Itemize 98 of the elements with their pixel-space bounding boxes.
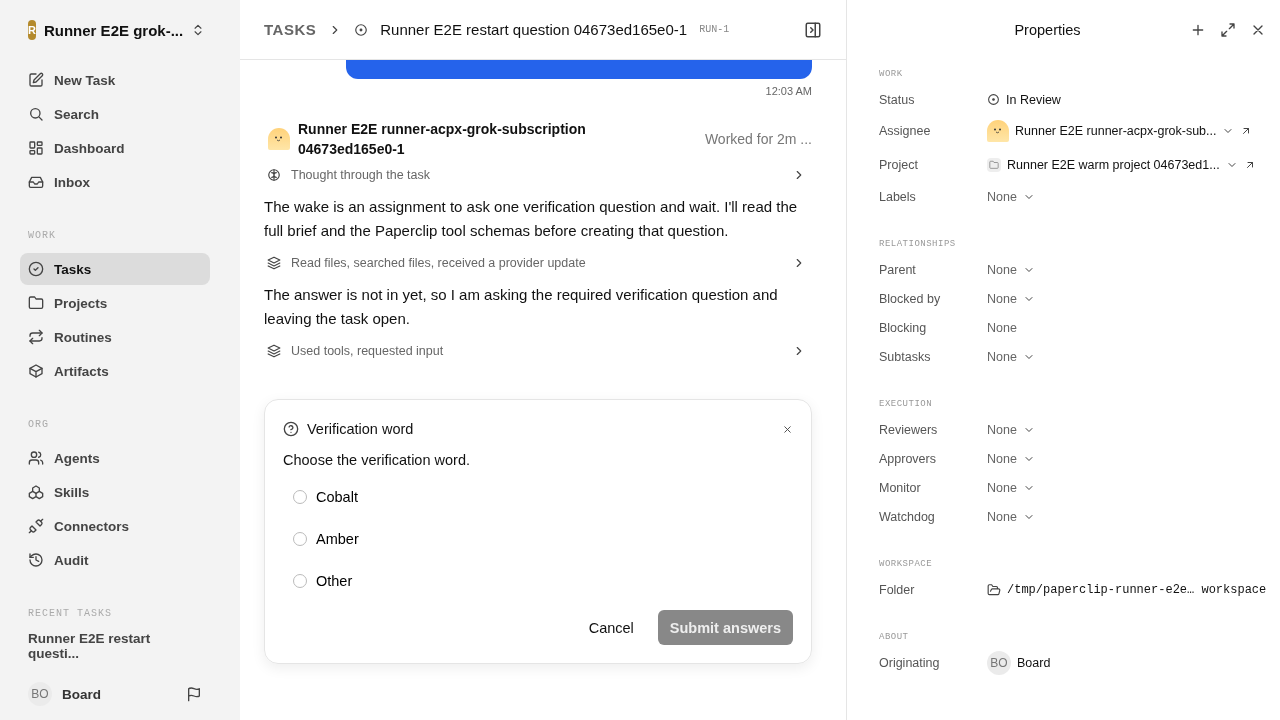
- sidebar-item[interactable]: Connectors: [20, 510, 210, 542]
- project-value[interactable]: Runner E2E warm project 04673ed1...: [1007, 158, 1220, 172]
- dashboard-icon: [28, 140, 44, 156]
- step-summary[interactable]: Thought through the task: [264, 159, 812, 191]
- property-label: Project: [879, 158, 919, 172]
- close-icon: [782, 423, 793, 435]
- agent-avatar: [268, 128, 290, 150]
- step-summary[interactable]: Read files, searched files, received a provider update: [264, 247, 812, 279]
- user-avatar: BO: [28, 682, 52, 706]
- radio-option[interactable]: Cobalt: [283, 476, 793, 518]
- status-circle-icon: [987, 93, 1000, 106]
- section-label: ABOUT: [879, 632, 910, 642]
- history-icon: [28, 552, 44, 568]
- inbox-icon: [28, 174, 44, 190]
- cancel-button[interactable]: Cancel: [584, 611, 638, 644]
- agent-name: Runner E2E runner-acpx-grok-subscription 04673ed165e0-1: [298, 120, 587, 159]
- folder-open-icon: [987, 582, 1001, 597]
- property-value[interactable]: None: [987, 349, 1017, 364]
- property-label: Labels: [879, 189, 917, 204]
- sidebar-item[interactable]: Agents: [20, 442, 210, 474]
- check-circle-icon: [28, 261, 44, 277]
- property-value[interactable]: None: [987, 451, 1017, 466]
- message-text: The answer is not in yet, so I am asking the required verification question and leaving the task open.: [264, 285, 779, 329]
- pencil-icon: [28, 72, 44, 88]
- property-label: Status: [879, 92, 916, 107]
- property-label: Assignee: [879, 124, 932, 138]
- folder-path[interactable]: /tmp/paperclip-runner-e2e… workspace: [1007, 582, 1267, 597]
- cube-icon: [28, 363, 44, 379]
- flag-icon: [186, 686, 202, 702]
- expand-icon: [1220, 21, 1236, 38]
- question-title: Verification word: [307, 421, 415, 437]
- property-label: Originating: [879, 655, 941, 670]
- search-icon: [28, 106, 44, 122]
- task-title: Runner E2E restart question 04673ed165e0-1: [380, 21, 688, 38]
- brain-icon: [267, 168, 281, 182]
- close-button[interactable]: [782, 423, 793, 435]
- user-avatar: BO: [987, 650, 1011, 675]
- agent-avatar: [987, 120, 1009, 142]
- section-label: ORG: [27, 419, 50, 430]
- property-label: Parent: [879, 262, 917, 277]
- breadcrumb-link[interactable]: TASKS: [264, 21, 317, 38]
- section-label: EXECUTION: [879, 399, 934, 409]
- panel-title: Properties: [1013, 21, 1082, 38]
- status-circle-icon: [354, 22, 369, 37]
- property-label: Approvers: [879, 451, 937, 466]
- sidebar-item[interactable]: Routines: [20, 321, 210, 353]
- section-label: RELATIONSHIPS: [879, 239, 957, 249]
- recent-task-link[interactable]: Runner E2E restart questi...: [20, 631, 210, 661]
- sidebar-item[interactable]: Inbox: [20, 166, 210, 198]
- plug-icon: [28, 518, 44, 534]
- property-value[interactable]: None: [987, 422, 1017, 437]
- property-value[interactable]: None: [987, 262, 1017, 277]
- radio-option[interactable]: Amber: [283, 518, 793, 560]
- run-tag: RUN-1: [699, 24, 730, 35]
- cubes-icon: [28, 484, 44, 500]
- section-label: WORK: [879, 69, 904, 79]
- property-label: Reviewers: [879, 422, 939, 437]
- sidebar-item[interactable]: New Task: [20, 64, 210, 96]
- property-value[interactable]: None: [987, 509, 1017, 524]
- question-prompt: Choose the verification word.: [283, 452, 471, 468]
- section-label: RECENT TASKS: [27, 608, 113, 619]
- property-label: Monitor: [879, 480, 922, 495]
- property-label: Subtasks: [879, 349, 932, 364]
- workspace-name[interactable]: Runner E2E grok-...: [43, 21, 184, 39]
- sidebar-item[interactable]: Dashboard: [20, 132, 210, 164]
- property-label: Watchdog: [879, 509, 936, 524]
- panel-toggle-icon: [804, 20, 822, 39]
- users-icon: [28, 450, 44, 466]
- sidebar-item[interactable]: Projects: [20, 287, 210, 319]
- property-label: Blocked by: [879, 291, 942, 306]
- status-value[interactable]: In Review: [1006, 92, 1061, 107]
- sidebar-item[interactable]: Artifacts: [20, 355, 210, 387]
- sidebar-item[interactable]: Audit: [20, 544, 210, 576]
- property-label: Blocking: [879, 320, 928, 335]
- step-summary[interactable]: Used tools, requested input: [264, 335, 812, 367]
- layers-icon: [267, 344, 281, 358]
- property-value[interactable]: None: [987, 480, 1017, 495]
- user-name[interactable]: Board: [62, 686, 176, 702]
- property-value: None: [987, 320, 1017, 335]
- property-value[interactable]: None: [987, 189, 1017, 204]
- help-circle-icon: [283, 421, 299, 437]
- folder-icon: [28, 295, 44, 311]
- property-value[interactable]: None: [987, 291, 1017, 306]
- message-time: 12:03 AM: [765, 85, 812, 97]
- property-value[interactable]: Board: [1017, 655, 1051, 670]
- message-text: The wake is an assignment to ask one verification question and wait. I'll read the full brief and the Paperclip tool schemas before creating that question.: [264, 197, 799, 241]
- section-label: WORKSPACE: [879, 559, 934, 569]
- section-label: WORK: [27, 230, 57, 241]
- folder-icon: [987, 158, 1001, 172]
- sidebar-item[interactable]: Tasks: [20, 253, 210, 285]
- sidebar-item[interactable]: Search: [20, 98, 210, 130]
- worked-duration: Worked for 2m ...: [704, 131, 812, 147]
- repeat-icon: [28, 329, 44, 345]
- property-label: Folder: [879, 582, 916, 597]
- assignee-value[interactable]: Runner E2E runner-acpx-grok-sub...: [1015, 124, 1217, 138]
- layers-icon: [267, 256, 281, 270]
- radio-option[interactable]: Other: [283, 560, 793, 602]
- sidebar-item[interactable]: Skills: [20, 476, 210, 508]
